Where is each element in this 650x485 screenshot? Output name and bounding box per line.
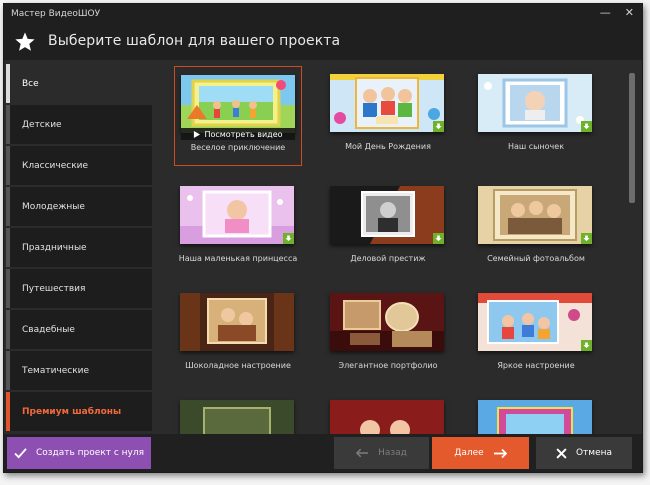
- preview-video-label: Посмотреть видео: [204, 129, 283, 139]
- close-icon: [556, 447, 567, 459]
- template-thumbnail: [180, 293, 294, 351]
- sidebar-item-label: Путешествия: [22, 283, 86, 294]
- template-thumbnail: [478, 186, 592, 244]
- template-tile-partial[interactable]: [472, 392, 600, 434]
- template-thumbnail: [181, 75, 295, 133]
- download-icon: [433, 233, 444, 244]
- close-button[interactable]: ✕: [625, 6, 634, 19]
- minimize-button[interactable]: —: [600, 6, 611, 19]
- template-label: Наша маленькая принцесса: [178, 254, 298, 263]
- template-thumbnail: [180, 186, 294, 244]
- sidebar-item-wedding[interactable]: Свадебные: [6, 310, 152, 349]
- template-tile-fun-adventure[interactable]: Посмотреть видео Веселое приключение: [174, 66, 302, 166]
- template-tile-our-son[interactable]: Наш сыночек: [472, 66, 600, 166]
- sidebar-item-kids[interactable]: Детские: [6, 105, 152, 144]
- sidebar-item-label: Все: [22, 78, 39, 89]
- template-thumbnail: [330, 186, 444, 244]
- template-label: Яркое настроение: [497, 361, 575, 370]
- sidebar-item-label: Классические: [22, 160, 89, 171]
- template-label: Мой День Рождения: [345, 142, 431, 151]
- arrow-left-icon: [356, 448, 369, 458]
- sidebar-item-label: Детские: [22, 119, 62, 130]
- checkmark-icon: [14, 447, 27, 459]
- download-icon: [283, 233, 294, 244]
- wizard-header: Выберите шаблон для вашего проекта: [4, 24, 642, 60]
- template-tile-chocolate-mood[interactable]: Шоколадное настроение: [174, 285, 302, 385]
- sidebar-item-label: Праздничные: [22, 242, 87, 253]
- template-thumbnail: [478, 74, 592, 132]
- template-thumbnail: [180, 400, 294, 434]
- wizard-footer: Создать проект с нуля Назад Далее Отмена: [4, 434, 642, 472]
- wizard-window: Мастер ВидеоШОУ — ✕ Выберите шаблон для …: [3, 3, 643, 473]
- sidebar-item-label: Тематические: [22, 365, 90, 376]
- template-thumbnail: [478, 293, 592, 351]
- template-label: Веселое приключение: [190, 143, 286, 152]
- arrow-right-icon: [493, 448, 507, 458]
- template-label: Шоколадное настроение: [185, 361, 291, 370]
- scrollbar-thumb[interactable]: [629, 73, 635, 203]
- download-icon: [581, 121, 592, 132]
- template-tile-my-birthday[interactable]: Мой День Рождения: [324, 66, 452, 166]
- download-icon: [433, 121, 444, 132]
- back-label: Назад: [378, 448, 407, 458]
- sidebar-item-holiday[interactable]: Праздничные: [6, 228, 152, 267]
- template-tile-little-princess[interactable]: Наша маленькая принцесса: [174, 178, 302, 278]
- template-label: Деловой престиж: [350, 254, 426, 263]
- template-label: Элегантное портфолио: [338, 361, 438, 370]
- template-tile-partial[interactable]: [174, 392, 302, 434]
- preview-video-button[interactable]: Посмотреть видео: [181, 128, 295, 140]
- page-title: Выберите шаблон для вашего проекта: [48, 33, 341, 49]
- sidebar-item-youth[interactable]: Молодежные: [6, 187, 152, 226]
- template-label: Наш сыночек: [507, 142, 565, 151]
- download-icon: [581, 233, 592, 244]
- sidebar-item-themed[interactable]: Тематические: [6, 351, 152, 390]
- sidebar-item-travel[interactable]: Путешествия: [6, 269, 152, 308]
- template-scrollbar[interactable]: [629, 68, 635, 430]
- sidebar-item-label: Свадебные: [22, 324, 75, 335]
- cancel-button[interactable]: Отмена: [536, 437, 632, 469]
- sidebar-item-label: Молодежные: [22, 201, 85, 212]
- template-grid: Посмотреть видео Веселое приключение Мой…: [154, 60, 642, 434]
- sidebar-item-classic[interactable]: Классические: [6, 146, 152, 185]
- category-sidebar: Все Детские Классические Молодежные Праз…: [4, 60, 154, 434]
- download-icon: [581, 340, 592, 351]
- play-icon: [194, 130, 201, 138]
- window-title: Мастер ВидеоШОУ: [11, 9, 101, 19]
- template-tile-bright-mood[interactable]: Яркое настроение: [472, 285, 600, 385]
- template-thumbnail: [330, 74, 444, 132]
- create-from-scratch-label: Создать проект с нуля: [35, 448, 145, 458]
- template-tile-elegant-portfolio[interactable]: Элегантное портфолио: [324, 285, 452, 385]
- template-thumbnail: [330, 293, 444, 351]
- next-label: Далее: [454, 448, 484, 458]
- template-tile-business-prestige[interactable]: Деловой престиж: [324, 178, 452, 278]
- template-tile-partial[interactable]: [324, 392, 452, 434]
- cancel-label: Отмена: [575, 448, 613, 458]
- sidebar-item-all[interactable]: Все: [6, 64, 152, 103]
- next-button[interactable]: Далее: [432, 437, 529, 469]
- sidebar-item-premium[interactable]: Премиум шаблоны: [6, 392, 152, 431]
- create-from-scratch-button[interactable]: Создать проект с нуля: [7, 437, 151, 469]
- sidebar-item-label: Премиум шаблоны: [22, 406, 122, 417]
- template-tile-family-album[interactable]: Семейный фотоальбом: [472, 178, 600, 278]
- template-thumbnail: [330, 400, 444, 434]
- template-thumbnail: [478, 400, 592, 434]
- title-bar: Мастер ВидеоШОУ — ✕: [4, 4, 642, 24]
- star-icon: [15, 32, 35, 51]
- back-button[interactable]: Назад: [334, 437, 429, 469]
- template-label: Семейный фотоальбом: [487, 254, 585, 263]
